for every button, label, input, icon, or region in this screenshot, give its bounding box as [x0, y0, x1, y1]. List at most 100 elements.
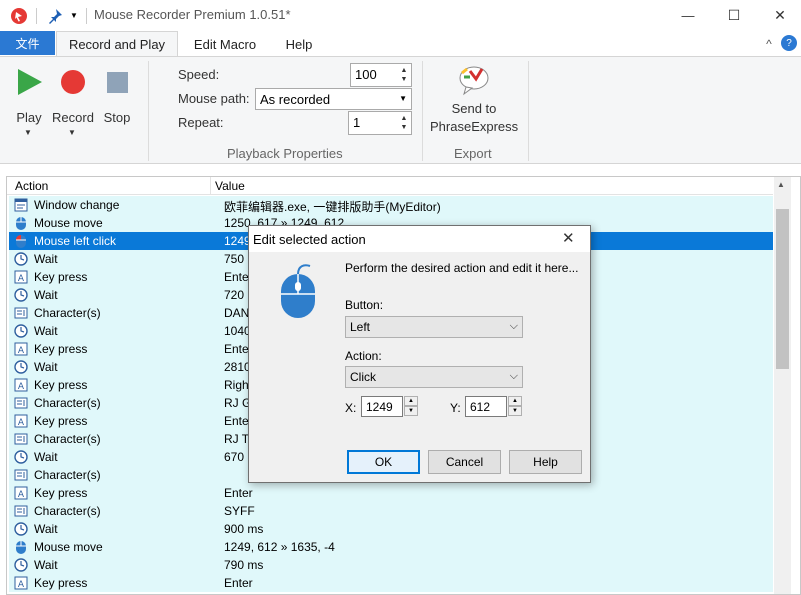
row-value: 900 ms	[224, 522, 264, 536]
tab-record-and-play[interactable]: Record and Play	[56, 31, 178, 57]
tab-help[interactable]: Help	[276, 31, 322, 57]
x-input[interactable]: 1249	[361, 396, 403, 417]
vertical-scrollbar[interactable]: ▲	[774, 177, 791, 594]
mouse-icon	[14, 216, 28, 230]
clock-icon	[14, 252, 28, 266]
y-spinner[interactable]: ▲ ▼	[508, 396, 522, 417]
mouse-path-select[interactable]: As recorded ▼	[255, 88, 412, 110]
chevron-down-icon: ⌵	[509, 320, 518, 332]
record-dropdown-icon[interactable]: ▼	[68, 128, 76, 137]
list-row[interactable]: Wait 900 ms	[9, 520, 773, 538]
value-column-header[interactable]: Value	[215, 179, 245, 193]
row-value: 1249	[224, 234, 251, 248]
row-action: Key press	[34, 414, 88, 428]
chevron-down-icon: ▼	[399, 94, 407, 103]
clock-icon	[14, 558, 28, 572]
spin-down-icon[interactable]: ▼	[404, 406, 418, 416]
send-to-phraseexpress-button[interactable]: Send to PhraseExpress	[430, 61, 518, 139]
spin-up-icon[interactable]: ▲	[404, 396, 418, 406]
key-icon: A	[14, 576, 28, 590]
minimize-button[interactable]: —	[665, 0, 711, 31]
list-row[interactable]: A Key press Enter	[9, 574, 773, 592]
row-action: Character(s)	[34, 306, 101, 320]
list-row[interactable]: Character(s) SYFF	[9, 502, 773, 520]
record-icon	[61, 70, 85, 94]
send-to-label: Send to	[451, 101, 497, 116]
clock-icon	[14, 288, 28, 302]
phraseexpress-icon	[459, 66, 489, 96]
key-icon: A	[14, 486, 28, 500]
key-icon: A	[14, 378, 28, 392]
repeat-value: 1	[353, 115, 361, 130]
row-action: Mouse left click	[34, 234, 117, 248]
x-spinner[interactable]: ▲ ▼	[404, 396, 418, 417]
clock-icon	[14, 522, 28, 536]
clock-icon	[14, 450, 28, 464]
y-label: Y:	[450, 401, 461, 415]
dialog-description: Perform the desired action and edit it h…	[345, 261, 579, 275]
chevron-down-icon: ⌵	[509, 370, 518, 382]
play-button[interactable]: Play ▼	[11, 65, 47, 137]
mouse-icon	[281, 264, 315, 318]
qat-dropdown-icon[interactable]: ▼	[66, 0, 82, 31]
action-select-value: Click	[350, 370, 376, 384]
action-select[interactable]: Click ⌵	[345, 366, 523, 388]
row-action: Wait	[34, 450, 58, 464]
spin-up-icon[interactable]: ▲	[399, 66, 409, 75]
row-action: Wait	[34, 324, 58, 338]
app-icon[interactable]	[6, 0, 32, 31]
edit-action-dialog: Edit selected action ✕ Perform the desir…	[248, 225, 591, 483]
maximize-button[interactable]: ☐	[711, 0, 757, 31]
file-menu[interactable]: 文件	[0, 31, 55, 55]
row-action: Wait	[34, 360, 58, 374]
scroll-thumb[interactable]	[776, 209, 789, 369]
window-icon	[14, 198, 28, 212]
help-icon[interactable]: ?	[781, 35, 797, 51]
cancel-button[interactable]: Cancel	[428, 450, 501, 474]
row-action: Wait	[34, 288, 58, 302]
list-row[interactable]: Window change 欧菲编辑器.exe, 一键排版助手(MyEditor)	[9, 196, 773, 214]
svg-text:A: A	[18, 418, 25, 428]
row-value: 欧菲编辑器.exe, 一键排版助手(MyEditor)	[224, 200, 441, 214]
mouse-icon	[14, 540, 28, 554]
spin-down-icon[interactable]: ▼	[399, 123, 409, 132]
row-action: Character(s)	[34, 396, 101, 410]
spin-down-icon[interactable]: ▼	[508, 406, 522, 416]
dialog-close-icon[interactable]: ✕	[562, 229, 575, 247]
repeat-spinner[interactable]: 1 ▲ ▼	[348, 111, 412, 135]
y-input[interactable]: 612	[465, 396, 507, 417]
ribbon-separator	[528, 61, 529, 161]
action-label: Action:	[345, 349, 382, 363]
list-row[interactable]: A Key press Enter	[9, 484, 773, 502]
tab-edit-macro[interactable]: Edit Macro	[182, 31, 268, 57]
play-dropdown-icon[interactable]: ▼	[24, 128, 32, 137]
text-icon	[14, 468, 28, 482]
speed-spinner[interactable]: 100 ▲ ▼	[350, 63, 412, 87]
row-action: Window change	[34, 198, 120, 212]
spin-up-icon[interactable]: ▲	[399, 114, 409, 123]
close-button[interactable]: ✕	[757, 0, 801, 31]
pin-icon[interactable]	[44, 0, 66, 31]
row-action: Wait	[34, 252, 58, 266]
collapse-ribbon-icon[interactable]: ^	[760, 31, 778, 57]
spin-down-icon[interactable]: ▼	[399, 75, 409, 84]
stop-button[interactable]: Stop	[99, 65, 135, 133]
action-column-header[interactable]: Action	[15, 179, 48, 193]
button-select[interactable]: Left ⌵	[345, 316, 523, 338]
list-row[interactable]: Wait 790 ms	[9, 556, 773, 574]
record-button[interactable]: Record ▼	[52, 65, 94, 137]
row-value: 1249, 612 » 1635, -4	[224, 540, 335, 554]
ribbon: Play ▼ Record ▼ Stop Speed: 100 ▲ ▼ Mous…	[0, 56, 801, 164]
spin-up-icon[interactable]: ▲	[508, 396, 522, 406]
list-header: Action Value	[7, 177, 773, 195]
list-row[interactable]: Mouse move 1249, 612 » 1635, -4	[9, 538, 773, 556]
help-button[interactable]: Help	[509, 450, 582, 474]
svg-text:A: A	[18, 346, 25, 356]
row-action: Character(s)	[34, 504, 101, 518]
text-icon	[14, 306, 28, 320]
scroll-up-icon[interactable]: ▲	[777, 180, 785, 189]
ok-button[interactable]: OK	[347, 450, 420, 474]
stop-label: Stop	[103, 110, 131, 125]
x-value: 1249	[366, 400, 393, 414]
ribbon-separator	[148, 61, 149, 161]
